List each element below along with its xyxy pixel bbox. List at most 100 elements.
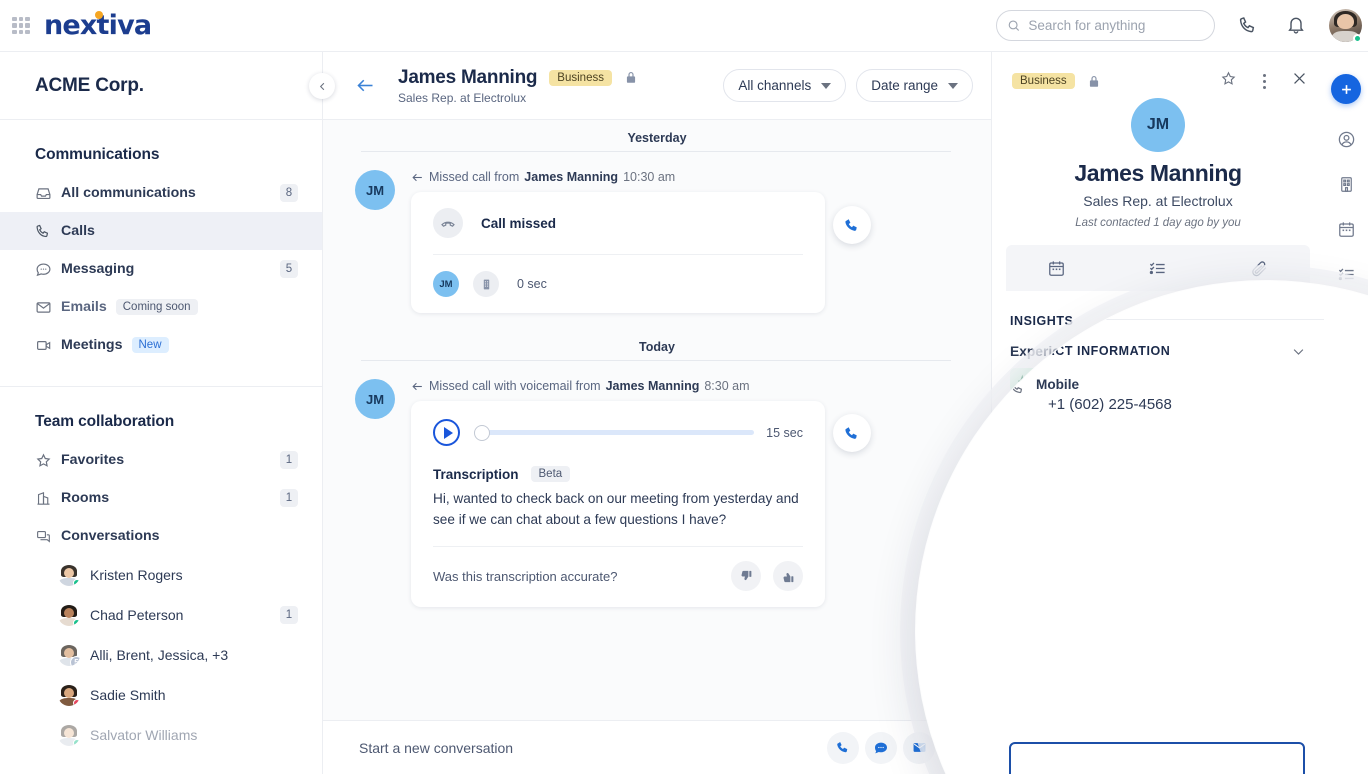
list-item[interactable]: Sadie Smith (0, 675, 322, 715)
spotlight-content: INSIGHTS Experience rating ? Happy (916, 281, 1368, 774)
day-label: Yesterday (617, 131, 697, 145)
call-back-button[interactable] (833, 206, 871, 244)
call-duration: 0 sec (517, 277, 547, 291)
message-missed-call: JM Missed call from James Manning 10:30 … (323, 170, 991, 313)
list-item-label: Kristen Rogers (90, 567, 183, 583)
nextiva-logo[interactable]: nextiva (44, 10, 152, 41)
message-thread: Yesterday JM Missed call from James Mann… (323, 120, 991, 720)
composer-message-button[interactable] (865, 731, 897, 764)
add-button[interactable] (1331, 74, 1361, 104)
filter-label: All channels (738, 78, 812, 93)
page-title: James Manning (398, 66, 538, 88)
feedback-buttons (731, 561, 803, 592)
calendar-icon[interactable] (1337, 220, 1356, 239)
transcription-title: Transcription (433, 466, 519, 482)
presence-dot (73, 699, 80, 706)
star-icon (35, 452, 57, 469)
beta-badge: Beta (530, 466, 571, 482)
contact-mobile-row: Mobile +1 (602) 225-4568 (991, 359, 1324, 413)
grid-apps-icon[interactable] (12, 16, 30, 35)
missed-call-card[interactable]: Call missed JM 0 sec (411, 192, 825, 313)
lock-icon (624, 70, 638, 85)
play-button[interactable] (433, 419, 460, 446)
smiley-icon (1017, 281, 1031, 287)
list-item-label: Salvator Williams (90, 727, 198, 743)
audio-duration: 15 sec (766, 425, 803, 440)
avatar (58, 724, 80, 746)
thumbs-down-button[interactable] (731, 561, 761, 592)
message-meta-prefix: Missed call from (429, 170, 520, 184)
sidebar-item-all-communications[interactable]: All communications 8 (0, 174, 322, 212)
avatar-face (1337, 14, 1354, 29)
voicemail-card: 15 sec Transcription Beta Hi, wanted to … (411, 401, 825, 608)
section-title-team-collaboration: Team collaboration (35, 413, 175, 430)
bell-icon[interactable] (1286, 14, 1306, 36)
phone-icon (1009, 379, 1026, 413)
list-item[interactable]: Salvator Williams (0, 715, 322, 755)
contact-info-heading: CONTACT INFORMATION (1009, 344, 1171, 358)
list-item-count: 1 (280, 606, 298, 624)
presence-dot (73, 619, 80, 626)
sidebar-item-emails[interactable]: Emails Coming soon (0, 288, 322, 326)
kebab-menu-icon[interactable] (1253, 73, 1275, 89)
thumbs-up-button[interactable] (773, 561, 803, 592)
list-item[interactable]: Kristen Rogers (0, 555, 322, 595)
app-root: nextiva ACME Corp. Communications (0, 0, 1368, 774)
conversation-panel: James Manning Business Sales Rep. at Ele… (323, 52, 991, 774)
chevron-down-icon[interactable] (1291, 344, 1306, 359)
contact-icon[interactable] (1337, 130, 1356, 149)
sidebar-item-favorites[interactable]: Favorites 1 (0, 441, 322, 479)
left-sidebar: ACME Corp. Communications All communicat… (0, 52, 323, 774)
audio-scrubber-handle[interactable] (474, 424, 490, 441)
avatar: JM (1131, 98, 1185, 152)
chevron-left-icon (319, 82, 324, 90)
message-meta-name: James Manning (524, 170, 619, 184)
back-arrow-icon[interactable] (355, 75, 376, 96)
list-item-label: Chad Peterson (90, 607, 184, 623)
audio-scrubber[interactable] (474, 424, 755, 441)
sidebar-item-count: 8 (280, 184, 298, 202)
filter-all-channels[interactable]: All channels (723, 69, 847, 102)
org-switcher[interactable]: ACME Corp. (0, 52, 322, 120)
composer-placeholder[interactable]: Start a new conversation (359, 740, 513, 756)
composer-bar: Start a new conversation (323, 720, 991, 774)
sidebar-item-conversations[interactable]: Conversations (0, 517, 322, 555)
list-item[interactable]: Chad Peterson 1 (0, 595, 322, 635)
sidebar-item-meetings[interactable]: Meetings New (0, 326, 322, 364)
sidebar-collapse-button[interactable] (309, 73, 335, 99)
close-icon[interactable] (1291, 70, 1308, 92)
list-item-label: Alli, Brent, Jessica, +3 (90, 647, 229, 663)
star-icon[interactable] (1220, 70, 1237, 92)
status-badge: Business (549, 69, 612, 86)
sidebar-item-pill: Coming soon (115, 299, 198, 315)
building-icon (35, 490, 57, 507)
sidebar-item-count: 1 (280, 451, 298, 469)
panel-actions (1220, 70, 1308, 92)
phone-icon[interactable] (1238, 15, 1259, 36)
top-bar: nextiva (0, 0, 1368, 52)
search-input[interactable] (1028, 18, 1204, 33)
search-box[interactable] (996, 10, 1215, 41)
avatar (58, 564, 80, 586)
lock-icon (1087, 74, 1101, 89)
sidebar-item-messaging[interactable]: Messaging 5 (0, 250, 322, 288)
sidebar-item-rooms[interactable]: Rooms 1 (0, 479, 322, 517)
list-item[interactable]: 5 Alli, Brent, Jessica, +3 (0, 635, 322, 675)
insight-survey-feedback: Survey feedback ? Great (991, 281, 1324, 293)
message-body: Missed call with voicemail from James Ma… (411, 379, 825, 608)
call-back-button[interactable] (833, 414, 871, 452)
logo-dot (95, 11, 103, 19)
building-icon[interactable] (1337, 175, 1356, 194)
panel-toolbar: Business (992, 52, 1324, 92)
contact-mobile-value[interactable]: +1 (602) 225-4568 (1048, 396, 1172, 413)
spotlight-inner: INSIGHTS Experience rating ? Happy (916, 281, 1368, 774)
message-meta-name: James Manning (605, 379, 700, 393)
filter-date-range[interactable]: Date range (856, 69, 973, 102)
sidebar-item-calls[interactable]: Calls (0, 212, 322, 250)
contact-name: James Manning (1074, 160, 1242, 186)
avatar: JM (355, 170, 395, 210)
chat-bubble-icon (35, 261, 57, 278)
card-footer-row: JM 0 sec (411, 255, 825, 313)
envelope-icon (35, 299, 57, 316)
composer-call-button[interactable] (827, 731, 859, 764)
